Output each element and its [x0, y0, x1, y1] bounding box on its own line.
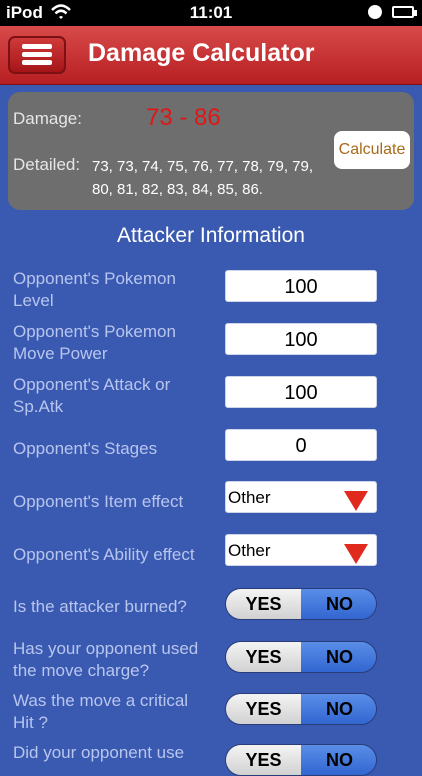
item-select[interactable]: Other: [225, 481, 377, 513]
item-selected-value: Other: [228, 488, 271, 507]
menu-icon-bar: [22, 52, 52, 57]
stages-value: 0: [295, 435, 307, 457]
charge-toggle[interactable]: YES NO: [225, 641, 377, 673]
item-label: Opponent's Item effect: [13, 492, 184, 511]
move-power-field[interactable]: 100: [225, 323, 377, 355]
move-power-label: Opponent's Pokemon Move Power: [13, 322, 176, 363]
critical-label: Was the move a critical Hit ?: [13, 691, 189, 732]
level-label: Opponent's Pokemon Level: [13, 269, 176, 310]
nav-bar: Damage Calculator: [0, 26, 422, 85]
no-option[interactable]: NO: [301, 694, 376, 724]
menu-icon-bar: [22, 60, 52, 65]
alarm-icon: [368, 5, 382, 19]
attack-field[interactable]: 100: [225, 376, 377, 408]
level-field[interactable]: 100: [225, 270, 377, 302]
clock: 11:01: [189, 3, 233, 22]
move-power-value: 100: [284, 329, 318, 351]
menu-icon-bar: [22, 44, 52, 49]
no-option[interactable]: NO: [301, 589, 376, 619]
ability-selected-value: Other: [228, 541, 271, 560]
damage-value: 73 - 86: [146, 104, 221, 131]
yes-option[interactable]: YES: [226, 694, 301, 724]
critical-toggle[interactable]: YES NO: [225, 693, 377, 725]
status-bar: iPod 11:01: [0, 0, 422, 26]
battery-icon: [392, 6, 417, 18]
ability-label: Opponent's Ability effect: [13, 545, 195, 564]
dropdown-arrow-icon: [344, 544, 368, 564]
charge-label: Has your opponent used the move charge?: [13, 639, 199, 680]
partial-label: Did your opponent use: [13, 743, 185, 762]
ability-select[interactable]: Other: [225, 534, 377, 566]
yes-option[interactable]: YES: [226, 642, 301, 672]
burned-toggle[interactable]: YES NO: [225, 588, 377, 620]
section-title: Attacker Information: [117, 224, 305, 247]
attack-value: 100: [284, 382, 318, 404]
stages-field[interactable]: 0: [225, 429, 377, 461]
menu-button[interactable]: [8, 36, 66, 74]
attack-label: Opponent's Attack or Sp.Atk: [13, 375, 171, 416]
detailed-value: 73, 73, 74, 75, 76, 77, 78, 79, 79, 80, …: [92, 158, 314, 198]
burned-label: Is the attacker burned?: [13, 597, 187, 616]
partial-toggle[interactable]: YES NO: [225, 744, 377, 776]
damage-label: Damage:: [13, 109, 82, 128]
detailed-label: Detailed:: [13, 155, 81, 174]
stages-label: Opponent's Stages: [13, 439, 158, 458]
no-option[interactable]: NO: [301, 642, 376, 672]
page-title: Damage Calculator: [88, 39, 315, 67]
result-panel: Damage: 73 - 86 Detailed: 73, 73, 74, 75…: [8, 92, 414, 210]
calculate-button[interactable]: Calculate: [334, 131, 410, 169]
yes-option[interactable]: YES: [226, 589, 301, 619]
level-value: 100: [284, 276, 318, 298]
dropdown-arrow-icon: [344, 491, 368, 511]
